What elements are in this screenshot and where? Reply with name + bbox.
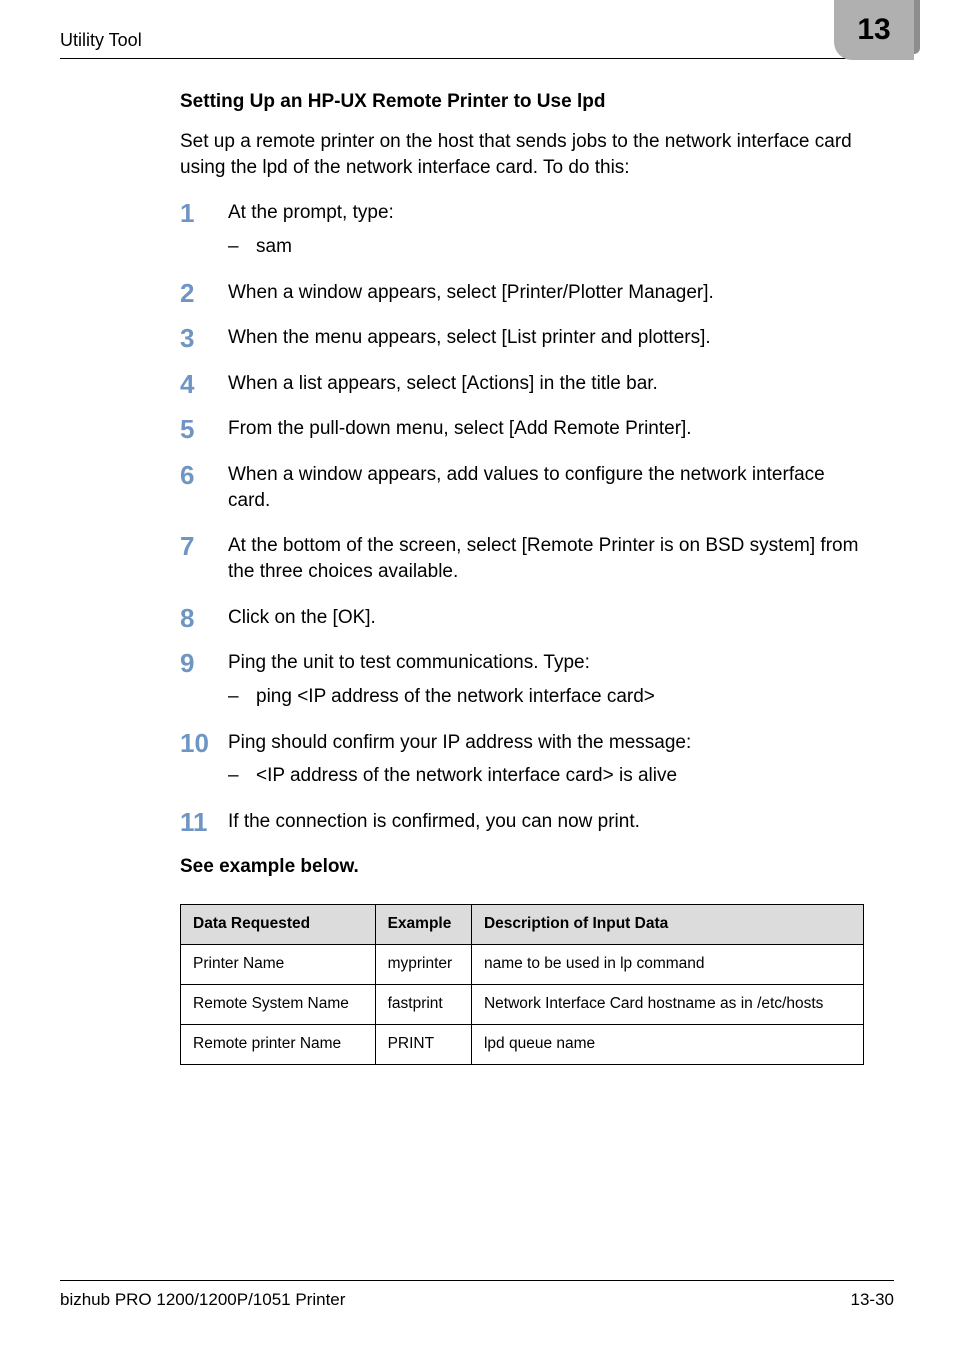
step-number: 3 bbox=[180, 321, 220, 356]
header-section-name: Utility Tool bbox=[60, 28, 142, 52]
table-header-row: Data RequestedExampleDescription of Inpu… bbox=[181, 905, 864, 945]
step-text: When a list appears, select [Actions] in… bbox=[228, 373, 658, 394]
step-number: 7 bbox=[180, 529, 220, 564]
table-header-cell: Description of Input Data bbox=[471, 905, 863, 945]
step-text: At the prompt, type: bbox=[228, 202, 394, 223]
step-text: At the bottom of the screen, select [Rem… bbox=[228, 535, 858, 582]
table-row: Remote System NamefastprintNetwork Inter… bbox=[181, 984, 864, 1024]
step-number: 10 bbox=[180, 726, 220, 761]
table-cell: name to be used in lp command bbox=[471, 945, 863, 985]
step-number: 11 bbox=[180, 805, 220, 840]
step-number: 8 bbox=[180, 601, 220, 636]
step-item: 9Ping the unit to test communications. T… bbox=[180, 650, 864, 709]
table-header-cell: Data Requested bbox=[181, 905, 376, 945]
step-subitem: ping <IP address of the network interfac… bbox=[228, 684, 864, 710]
step-text: From the pull-down menu, select [Add Rem… bbox=[228, 418, 692, 439]
step-sublist: <IP address of the network interface car… bbox=[228, 763, 864, 789]
main-content: Setting Up an HP-UX Remote Printer to Us… bbox=[0, 59, 954, 1065]
table-cell: fastprint bbox=[375, 984, 471, 1024]
chapter-number: 13 bbox=[857, 10, 890, 51]
table-cell: Network Interface Card hostname as in /e… bbox=[471, 984, 863, 1024]
step-item: 4When a list appears, select [Actions] i… bbox=[180, 371, 864, 397]
step-number: 5 bbox=[180, 412, 220, 447]
table-cell: PRINT bbox=[375, 1024, 471, 1064]
step-number: 6 bbox=[180, 458, 220, 493]
page-header: Utility Tool bbox=[0, 0, 954, 52]
table-cell: myprinter bbox=[375, 945, 471, 985]
table-cell: lpd queue name bbox=[471, 1024, 863, 1064]
step-text: Ping the unit to test communications. Ty… bbox=[228, 652, 590, 673]
table-cell: Printer Name bbox=[181, 945, 376, 985]
table-cell: Remote System Name bbox=[181, 984, 376, 1024]
step-item: 8Click on the [OK]. bbox=[180, 605, 864, 631]
step-number: 1 bbox=[180, 196, 220, 231]
table-row: Remote printer NamePRINTlpd queue name bbox=[181, 1024, 864, 1064]
section-title: Setting Up an HP-UX Remote Printer to Us… bbox=[180, 89, 864, 115]
table-row: Printer Namemyprintername to be used in … bbox=[181, 945, 864, 985]
footer-left: bizhub PRO 1200/1200P/1051 Printer bbox=[60, 1289, 345, 1312]
step-text: When the menu appears, select [List prin… bbox=[228, 327, 711, 348]
steps-list: 1At the prompt, type:sam2When a window a… bbox=[180, 200, 864, 834]
step-subitem: <IP address of the network interface car… bbox=[228, 763, 864, 789]
step-number: 4 bbox=[180, 367, 220, 402]
step-item: 5From the pull-down menu, select [Add Re… bbox=[180, 416, 864, 442]
step-item: 1At the prompt, type:sam bbox=[180, 200, 864, 259]
step-text: If the connection is confirmed, you can … bbox=[228, 811, 640, 832]
see-example-heading: See example below. bbox=[180, 854, 864, 880]
table-cell: Remote printer Name bbox=[181, 1024, 376, 1064]
step-number: 9 bbox=[180, 646, 220, 681]
step-sublist: ping <IP address of the network interfac… bbox=[228, 684, 864, 710]
step-text: Ping should confirm your IP address with… bbox=[228, 732, 691, 753]
step-item: 3When the menu appears, select [List pri… bbox=[180, 325, 864, 351]
step-item: 11If the connection is confirmed, you ca… bbox=[180, 809, 864, 835]
step-item: 2When a window appears, select [Printer/… bbox=[180, 280, 864, 306]
step-item: 7At the bottom of the screen, select [Re… bbox=[180, 533, 864, 584]
page-footer: bizhub PRO 1200/1200P/1051 Printer 13-30 bbox=[60, 1280, 894, 1312]
step-sublist: sam bbox=[228, 234, 864, 260]
step-text: When a window appears, select [Printer/P… bbox=[228, 282, 714, 303]
footer-right: 13-30 bbox=[851, 1289, 894, 1312]
chapter-tab-shadow bbox=[914, 0, 920, 54]
example-table: Data RequestedExampleDescription of Inpu… bbox=[180, 904, 864, 1065]
step-text: Click on the [OK]. bbox=[228, 607, 376, 628]
intro-paragraph: Set up a remote printer on the host that… bbox=[180, 129, 864, 180]
step-number: 2 bbox=[180, 276, 220, 311]
chapter-tab: 13 bbox=[834, 0, 914, 60]
step-text: When a window appears, add values to con… bbox=[228, 464, 825, 511]
table-header-cell: Example bbox=[375, 905, 471, 945]
step-item: 10Ping should confirm your IP address wi… bbox=[180, 730, 864, 789]
step-item: 6When a window appears, add values to co… bbox=[180, 462, 864, 513]
table-body: Printer Namemyprintername to be used in … bbox=[181, 945, 864, 1065]
step-subitem: sam bbox=[228, 234, 864, 260]
